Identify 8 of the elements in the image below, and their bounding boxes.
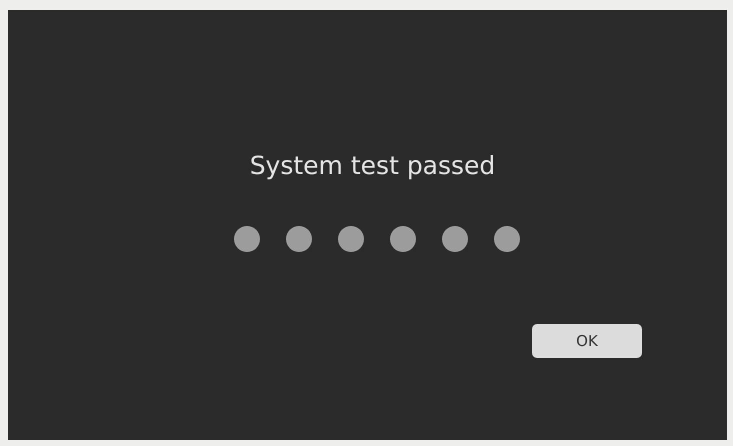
progress-dot-icon: [442, 226, 468, 252]
progress-dot-icon: [286, 226, 312, 252]
progress-dot-icon: [234, 226, 260, 252]
progress-dot-icon: [494, 226, 520, 252]
ok-button[interactable]: OK: [532, 324, 642, 358]
progress-dot-icon: [338, 226, 364, 252]
progress-dot-icon: [390, 226, 416, 252]
status-message: System test passed: [250, 150, 496, 182]
